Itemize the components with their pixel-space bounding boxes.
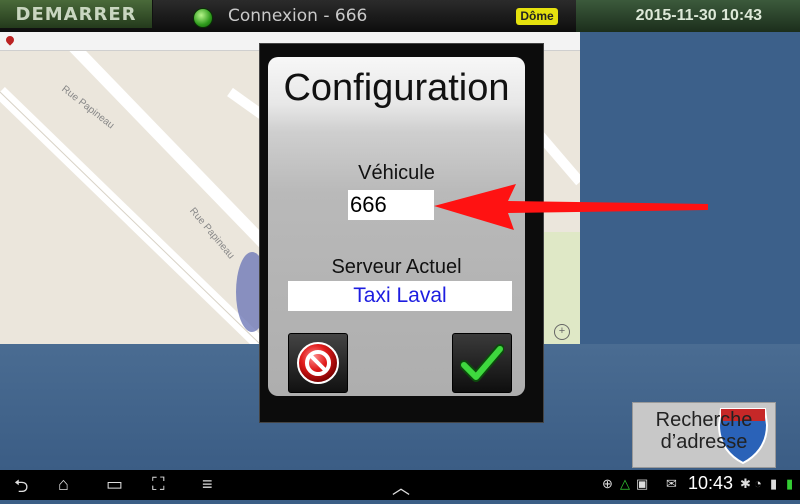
signal-icon: ▮ <box>770 476 778 491</box>
connection-status-text: Connexion - 666 <box>228 6 368 26</box>
address-search-button[interactable]: Recherche d’adresse <box>632 402 776 468</box>
mail-icon: ✉ <box>666 476 677 491</box>
cancel-icon <box>297 342 339 384</box>
connection-status-icon <box>193 8 213 28</box>
battery-icon: ▮ <box>786 476 794 491</box>
start-button[interactable]: DEMARRER <box>0 0 153 28</box>
home-icon[interactable]: ⌂ <box>58 474 69 495</box>
date-time-display: 2015-11-30 10:43 <box>576 0 800 32</box>
confirm-button[interactable] <box>452 333 512 393</box>
dome-badge[interactable]: Dôme <box>516 8 558 25</box>
server-field[interactable]: Taxi Laval <box>288 281 512 311</box>
dialog-title: Configuration <box>283 67 510 109</box>
chevron-up-icon[interactable]: ︿ <box>392 474 410 500</box>
address-search-label: Recherche d’adresse <box>655 409 753 453</box>
recent-apps-icon[interactable]: ▭ <box>106 474 123 495</box>
server-label: Serveur Actuel <box>331 256 462 278</box>
screenshot-icon[interactable]: ⛶ <box>152 474 165 495</box>
warning-icon: △ <box>620 476 630 491</box>
image-icon: ▣ <box>636 476 649 491</box>
wifi-icon: ◔ <box>754 476 762 491</box>
status-clock: 10:43 <box>688 473 734 493</box>
cancel-button[interactable] <box>288 333 348 393</box>
checkmark-icon <box>460 344 504 382</box>
location-icon: ⊕ <box>602 476 613 491</box>
pointer-arrow-icon <box>434 184 708 230</box>
bluetooth-icon: ✱ <box>740 476 751 491</box>
menu-icon[interactable]: ≡ <box>202 474 213 495</box>
zoom-in-icon[interactable]: + <box>554 324 570 340</box>
